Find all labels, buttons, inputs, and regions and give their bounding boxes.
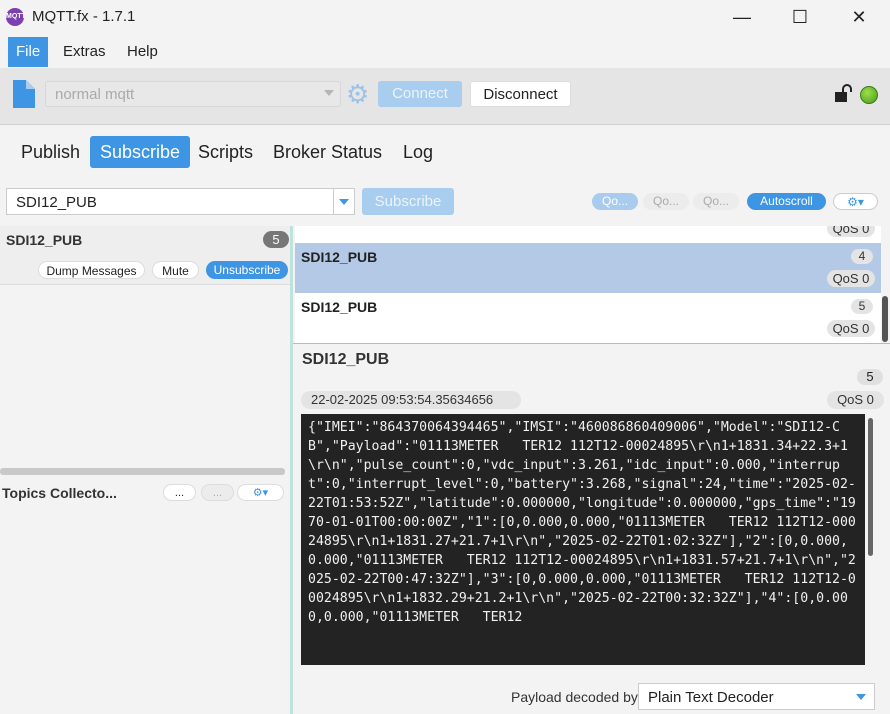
subscribe-button[interactable]: Subscribe xyxy=(362,188,454,215)
message-row[interactable]: SDI12_PUB 4 QoS 0 xyxy=(295,243,881,293)
message-row[interactable]: QoS 0 xyxy=(295,226,881,243)
profile-select[interactable]: normal mqtt xyxy=(45,81,341,107)
payload-text[interactable]: {"IMEI":"864370064394465","IMSI":"460086… xyxy=(301,414,865,665)
menu-extras[interactable]: Extras xyxy=(55,37,114,67)
collector-options-button[interactable]: ⚙▾ xyxy=(237,484,284,501)
message-topic: SDI12_PUB xyxy=(301,299,378,315)
message-row[interactable]: SDI12_PUB 5 QoS 0 xyxy=(295,293,881,343)
detail-qos-badge: QoS 0 xyxy=(827,391,884,409)
qos1-button[interactable]: Qo... xyxy=(643,193,689,210)
detail-number-badge: 5 xyxy=(857,369,883,385)
gear-icon[interactable]: ⚙ xyxy=(346,81,372,107)
message-number-badge: 4 xyxy=(851,249,873,264)
payload-scrollbar[interactable] xyxy=(868,418,873,556)
dump-messages-button[interactable]: Dump Messages xyxy=(38,261,145,279)
unsubscribe-button[interactable]: Unsubscribe xyxy=(206,261,288,279)
subscribe-options-button[interactable]: ⚙▾ xyxy=(833,193,878,210)
window-title: MQTT.fx - 1.7.1 xyxy=(32,8,136,25)
app-icon: MQTT xyxy=(6,8,26,26)
chevron-down-icon xyxy=(856,694,866,700)
close-button[interactable]: ✕ xyxy=(830,0,888,34)
minimize-button[interactable]: — xyxy=(713,0,771,34)
new-profile-icon[interactable] xyxy=(11,80,35,108)
tab-subscribe[interactable]: Subscribe xyxy=(90,136,191,168)
autoscroll-button[interactable]: Autoscroll xyxy=(747,193,826,210)
menu-help[interactable]: Help xyxy=(119,37,166,67)
message-list[interactable]: QoS 0 SDI12_PUB 4 QoS 0 SDI12_PUB 5 QoS … xyxy=(295,226,881,343)
detail-topic: SDI12_PUB xyxy=(302,351,390,368)
topic-dropdown-button[interactable] xyxy=(333,188,355,215)
subscription-topic: SDI12_PUB xyxy=(6,232,83,248)
decoder-select[interactable]: Plain Text Decoder xyxy=(638,683,875,710)
disconnect-button[interactable]: Disconnect xyxy=(470,81,571,107)
message-qos-badge: QoS 0 xyxy=(827,320,875,337)
detail-timestamp: 22-02-2025 09:53:54.35634656 xyxy=(301,391,521,409)
message-qos-badge: QoS 0 xyxy=(827,270,875,287)
message-qos-badge: QoS 0 xyxy=(827,226,875,237)
unlock-icon xyxy=(835,84,852,102)
topics-collector-label: Topics Collecto... xyxy=(2,485,117,501)
mute-button[interactable]: Mute xyxy=(152,261,199,279)
qos2-button[interactable]: Qo... xyxy=(693,193,739,210)
connection-status-icon xyxy=(860,86,878,104)
maximize-button[interactable]: ☐ xyxy=(771,0,829,34)
qos0-button[interactable]: Qo... xyxy=(592,193,638,210)
tab-broker-status[interactable]: Broker Status xyxy=(263,136,392,168)
message-topic: SDI12_PUB xyxy=(301,249,378,265)
menu-file[interactable]: File xyxy=(8,37,49,67)
tab-publish[interactable]: Publish xyxy=(11,136,90,168)
detail-separator xyxy=(293,343,890,344)
topic-input[interactable]: SDI12_PUB xyxy=(6,188,334,215)
collector-scan-button[interactable]: ... xyxy=(163,484,196,501)
message-list-scrollbar[interactable] xyxy=(882,296,888,342)
tab-scripts[interactable]: Scripts xyxy=(188,136,263,168)
collector-stop-button[interactable]: ... xyxy=(201,484,234,501)
decoder-label: Payload decoded by xyxy=(511,689,638,705)
connect-button[interactable]: Connect xyxy=(378,81,462,107)
pane-splitter[interactable] xyxy=(0,468,285,475)
message-number-badge: 5 xyxy=(851,299,873,314)
chevron-down-icon xyxy=(324,90,334,96)
pane-divider[interactable] xyxy=(290,226,293,714)
tab-log[interactable]: Log xyxy=(393,136,443,168)
subscription-count-badge: 5 xyxy=(263,231,289,248)
